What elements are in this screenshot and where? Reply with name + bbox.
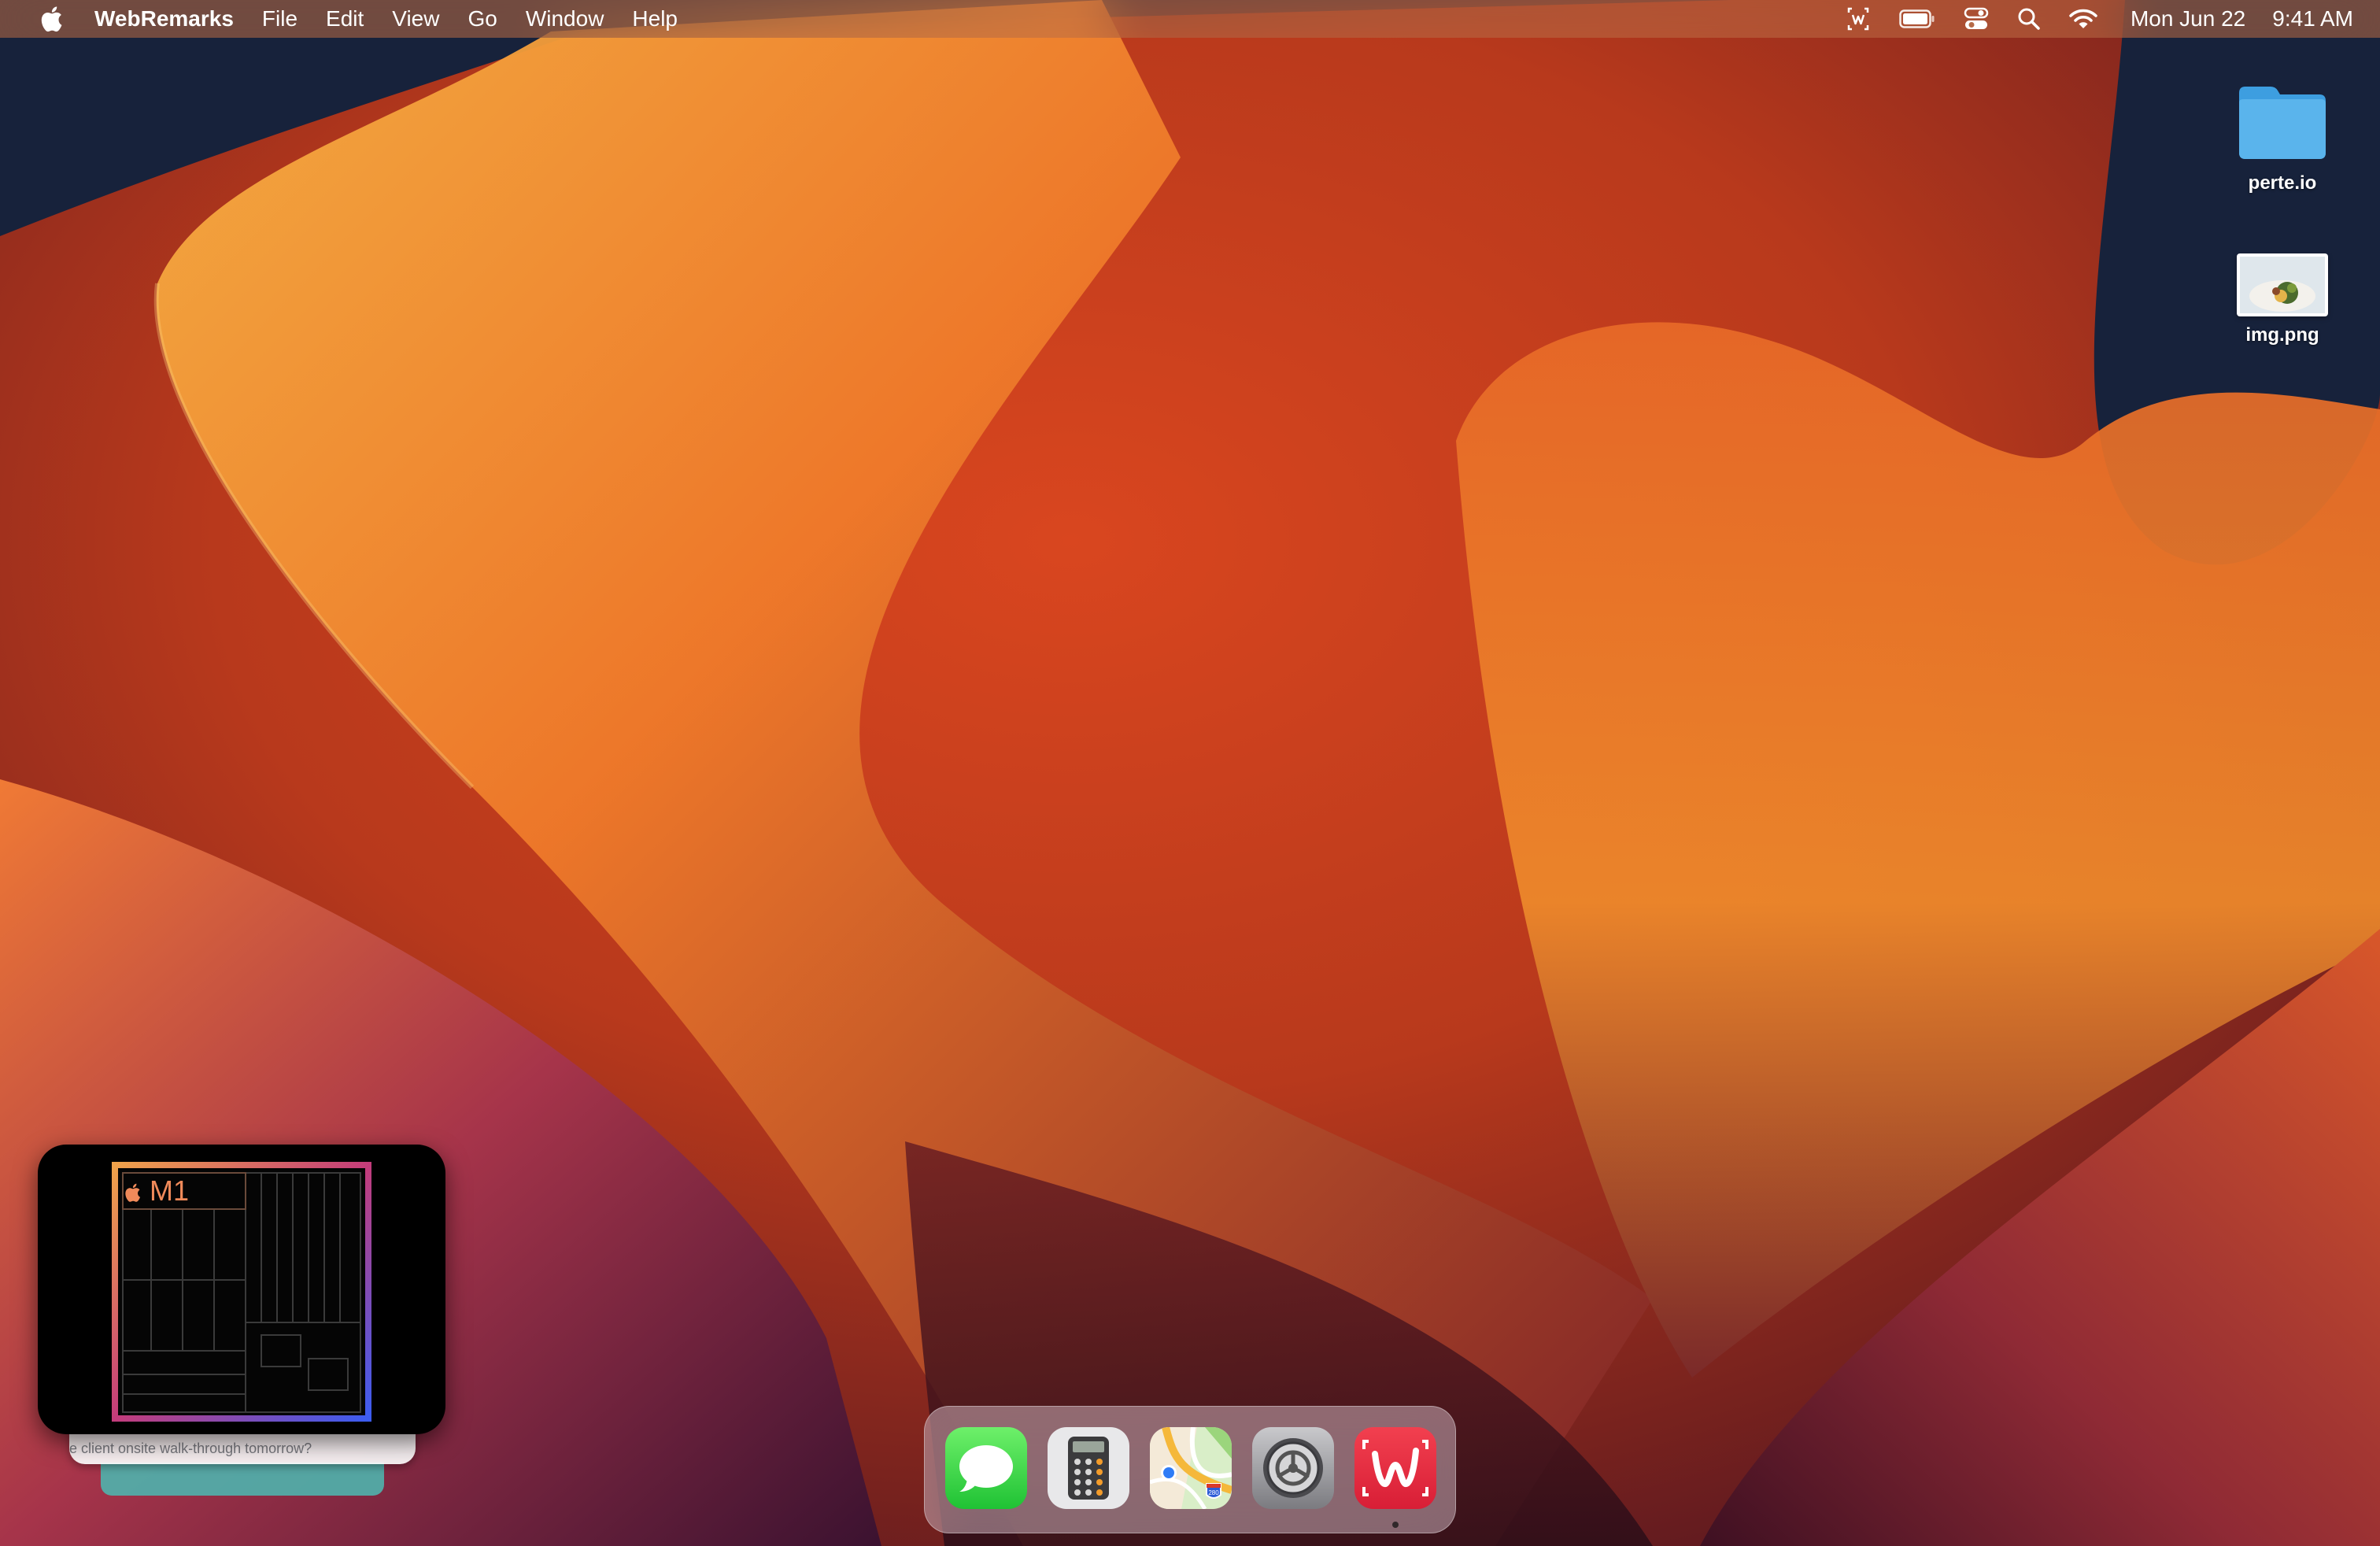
menu-window[interactable]: Window <box>512 0 619 38</box>
dock-app-calculator[interactable] <box>1048 1427 1129 1509</box>
maps-badge-text: 280 <box>1208 1489 1219 1496</box>
menu-file[interactable]: File <box>248 0 312 38</box>
desktop: WebRemarks File Edit View Go Window Help <box>0 0 2380 1546</box>
wifi-icon[interactable] <box>2069 8 2097 30</box>
webremarks-icon <box>1354 1427 1436 1509</box>
chip-label: M1 <box>150 1174 189 1207</box>
menu-go[interactable]: Go <box>453 0 511 38</box>
m1-chip-image: M1 <box>112 1162 371 1422</box>
m1-chip-widget[interactable]: M1 <box>38 1145 445 1434</box>
dock-app-system-settings[interactable] <box>1252 1427 1334 1509</box>
battery-icon[interactable] <box>1899 9 1935 29</box>
menu-bar: WebRemarks File Edit View Go Window Help <box>0 0 2380 38</box>
menubar-time[interactable]: 9:41 AM <box>2272 6 2353 31</box>
messages-icon <box>945 1427 1027 1509</box>
dock-app-messages[interactable] <box>945 1427 1027 1509</box>
image-thumbnail-icon <box>2237 253 2328 316</box>
maps-icon: 280 <box>1150 1427 1232 1509</box>
dock-app-maps[interactable]: 280 <box>1150 1427 1232 1509</box>
app-menu-webremarks[interactable]: WebRemarks <box>94 0 248 38</box>
running-indicator-webremarks <box>1392 1522 1399 1528</box>
desktop-item-img-png[interactable]: img.png <box>2212 253 2353 346</box>
apple-menu-icon[interactable] <box>39 6 63 32</box>
desktop-item-label: img.png <box>2245 324 2319 346</box>
folder-icon <box>2239 87 2326 159</box>
widget-stack-layer <box>101 1463 384 1496</box>
system-settings-icon <box>1252 1427 1334 1509</box>
desktop-item-label: perte.io <box>2248 172 2317 194</box>
calculator-icon <box>1048 1427 1129 1509</box>
dock-app-webremarks[interactable] <box>1354 1427 1436 1509</box>
menubar-date[interactable]: Mon Jun 22 <box>2131 6 2245 31</box>
spotlight-search-icon[interactable] <box>2017 7 2041 31</box>
control-center-icon[interactable] <box>1964 6 1989 31</box>
menu-help[interactable]: Help <box>618 0 692 38</box>
desktop-item-perte-io[interactable]: perte.io <box>2212 82 2353 194</box>
menu-edit[interactable]: Edit <box>312 0 378 38</box>
webremarks-status-icon[interactable] <box>1846 6 1871 31</box>
dock: 280 <box>924 1406 1456 1533</box>
menu-view[interactable]: View <box>378 0 453 38</box>
notification-snippet: e client onsite walk-through tomorrow? <box>69 1441 312 1456</box>
